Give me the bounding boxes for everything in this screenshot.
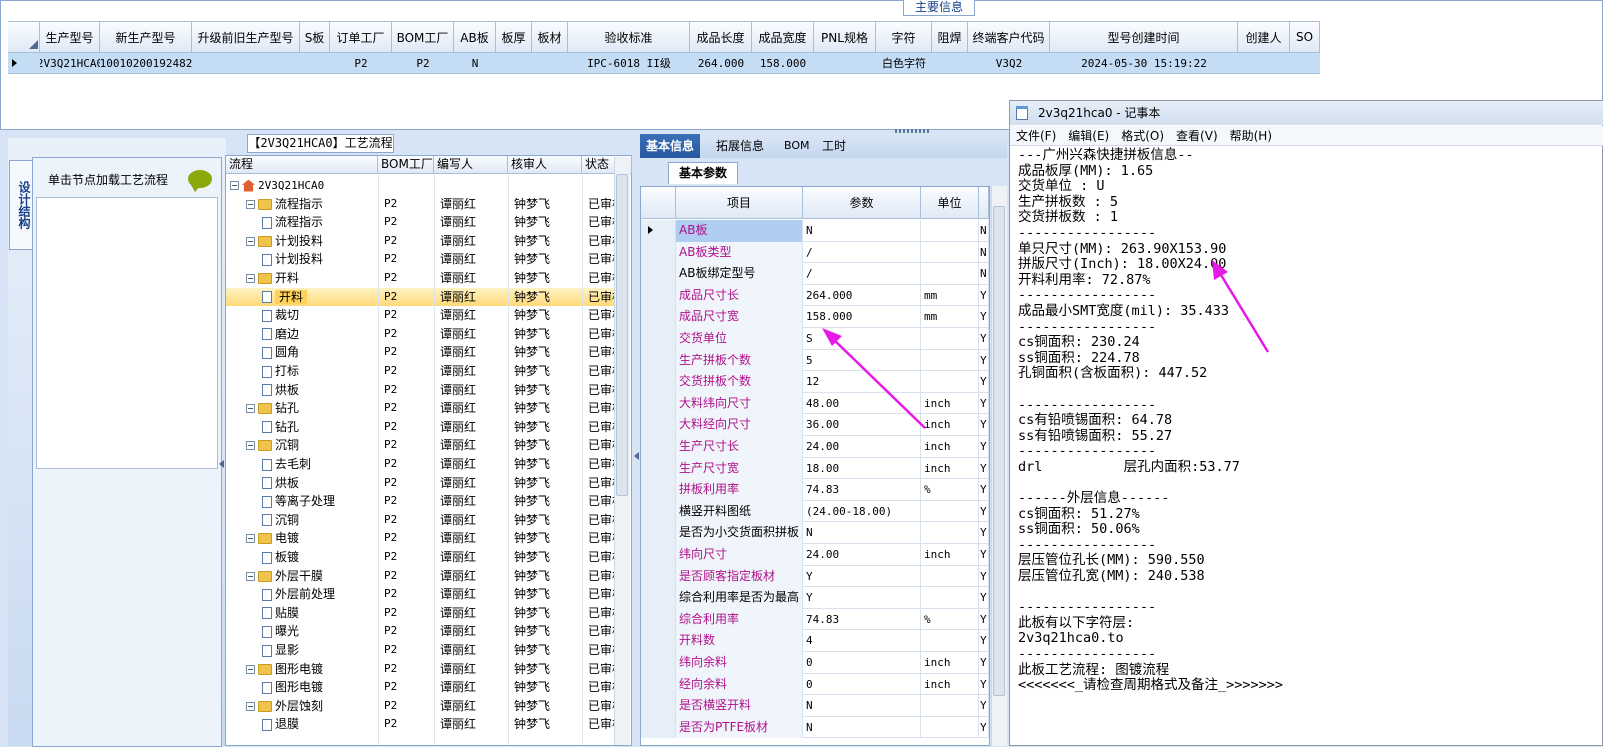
annotation-arrowhead-2 bbox=[1212, 260, 1228, 280]
annotation-arrow-line-2 bbox=[1216, 269, 1270, 353]
annotation-arrows bbox=[822, 260, 1270, 429]
annotation-arrow-line-1 bbox=[829, 335, 926, 429]
